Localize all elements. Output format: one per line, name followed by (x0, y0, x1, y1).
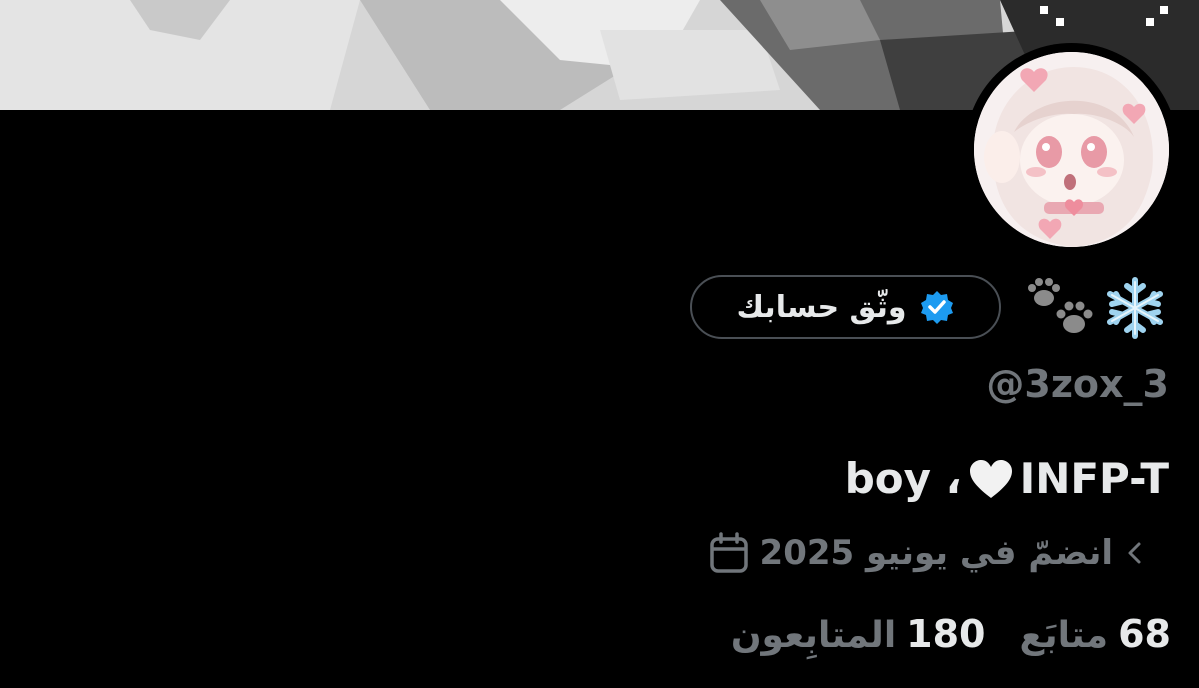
verified-badge-icon (920, 291, 953, 324)
profile-avatar[interactable] (965, 43, 1178, 256)
white-heart-icon (969, 459, 1012, 498)
profile-page: وثّق حسابك @3zox_3 ، boy INFP-T انضمّ في… (0, 0, 1199, 688)
paw-prints-icon (1028, 278, 1093, 333)
avatar-image (974, 52, 1169, 247)
profile-stats: 68 متابَع 180 المتابِعون (731, 612, 1171, 656)
verify-account-button[interactable]: وثّق حسابك (690, 275, 1001, 339)
snowflake-icon (1107, 277, 1163, 339)
following-label: متابَع (1019, 615, 1109, 656)
followers-stat[interactable]: 180 المتابِعون (731, 612, 986, 656)
calendar-icon (709, 532, 748, 573)
verify-account-label: وثّق حسابك (736, 289, 907, 325)
joined-date-row[interactable]: انضمّ في يونيو 2025 (708, 525, 1147, 581)
profile-handle: @3zox_3 (986, 362, 1169, 406)
bio-suffix-text: ، boy (844, 454, 962, 503)
followers-label: المتابِعون (730, 615, 897, 656)
following-stat[interactable]: 68 متابَع (1019, 612, 1171, 656)
profile-bio: ، boy INFP-T (845, 454, 1169, 503)
followers-count: 180 (906, 612, 986, 656)
bio-prefix-text: INFP-T (1019, 454, 1169, 503)
chevron-left-icon (1128, 542, 1141, 564)
joined-date-text: انضمّ في يونيو 2025 (759, 533, 1113, 573)
following-count: 68 (1118, 612, 1171, 656)
